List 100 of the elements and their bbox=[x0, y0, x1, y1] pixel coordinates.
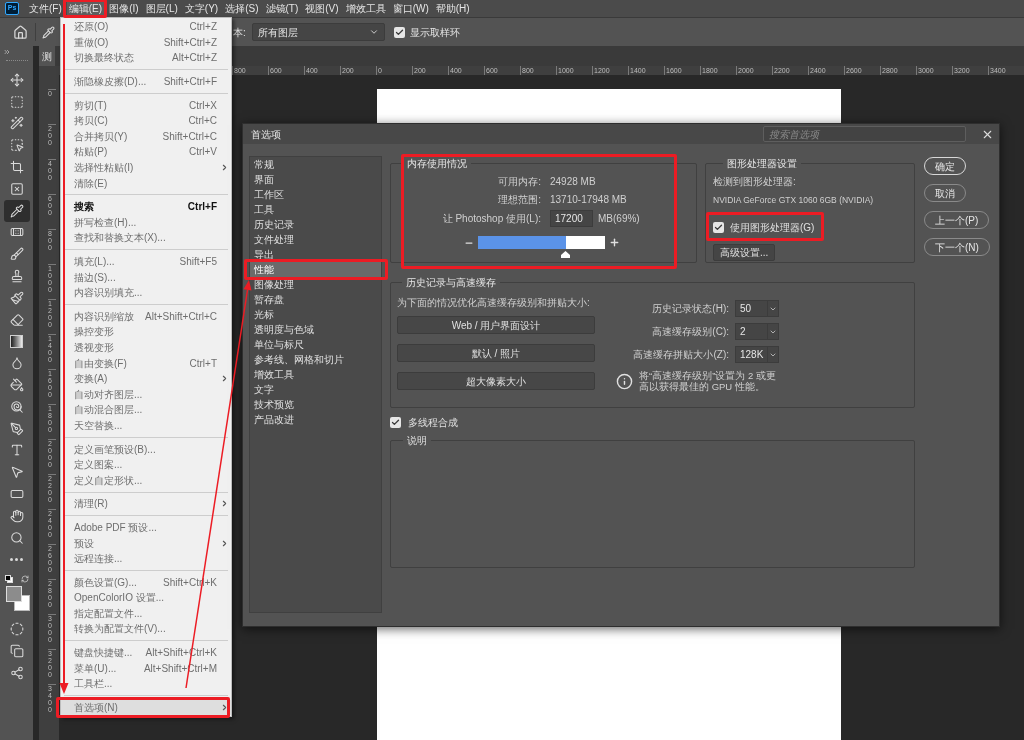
menu-item[interactable]: 远程连接... bbox=[61, 550, 231, 567]
menu-item[interactable]: 拷贝(C) Ctrl+C bbox=[61, 112, 231, 129]
menu-item[interactable]: 自动混合图层... bbox=[61, 402, 231, 418]
menu-title[interactable]: 文字(Y) bbox=[182, 1, 221, 16]
category-item[interactable]: 技术预览 bbox=[250, 397, 381, 412]
menu-item[interactable]: 转换为配置文件(V)... bbox=[61, 621, 231, 637]
category-item[interactable]: 透明度与色域 bbox=[250, 322, 381, 337]
category-item[interactable]: 单位与标尺 bbox=[250, 337, 381, 352]
menu-item[interactable]: 重做(O) Shift+Ctrl+Z bbox=[61, 34, 231, 51]
section-title: 历史记录与高速缓存 bbox=[405, 276, 497, 290]
category-item[interactable]: 工作区 bbox=[250, 187, 381, 202]
dropdown-select[interactable]: 128K bbox=[735, 346, 779, 363]
keyboard-shortcut: Shift+Ctrl+Z bbox=[163, 35, 217, 50]
keyboard-shortcut: Shift+F5 bbox=[179, 255, 217, 269]
search-field[interactable]: 搜索首选项 bbox=[763, 126, 966, 142]
dialog-button[interactable]: 取消 bbox=[924, 184, 966, 202]
document-tab[interactable]: 测 bbox=[39, 46, 55, 66]
menu-item[interactable]: 定义图案... bbox=[61, 456, 231, 473]
category-item[interactable]: 图像处理 bbox=[250, 277, 381, 292]
memory-input[interactable]: 17200 bbox=[550, 210, 593, 227]
dropdown-select[interactable]: 50 bbox=[735, 300, 779, 317]
menu-item[interactable]: 变换(A) bbox=[61, 370, 231, 387]
menu-item[interactable]: 还原(O) Ctrl+Z bbox=[61, 19, 231, 35]
sample-dropdown[interactable]: 所有图层 bbox=[251, 23, 385, 41]
checkbox[interactable] bbox=[713, 221, 724, 233]
category-item[interactable]: 界面 bbox=[250, 172, 381, 187]
menu-item[interactable]: 合并拷贝(Y) Shift+Ctrl+C bbox=[61, 128, 231, 145]
menu-item[interactable]: 自由变换(F) Ctrl+T bbox=[61, 355, 231, 371]
dialog-button[interactable]: 确定 bbox=[924, 157, 966, 175]
preset-button[interactable]: Web / 用户界面设计 bbox=[397, 316, 595, 334]
slider-thumb[interactable] bbox=[561, 251, 571, 258]
keyboard-shortcut: Shift+Ctrl+F bbox=[163, 75, 217, 90]
menu-title[interactable]: 窗口(W) bbox=[390, 1, 431, 16]
menu-item[interactable]: 剪切(T) Ctrl+X bbox=[61, 97, 231, 113]
menu-title[interactable]: 选择(S) bbox=[223, 1, 261, 16]
menu-title[interactable]: 文件(F) bbox=[27, 1, 64, 16]
menu-item[interactable]: 切换最终状态 Alt+Ctrl+Z bbox=[61, 50, 231, 66]
menu-item[interactable]: 描边(S)... bbox=[61, 269, 231, 285]
menu-item[interactable]: 预设 bbox=[61, 535, 231, 551]
eyedropper-icon[interactable] bbox=[42, 25, 55, 39]
category-item[interactable]: 工具 bbox=[250, 202, 381, 217]
menu-title[interactable]: 视图(V) bbox=[303, 1, 341, 16]
menu-item[interactable]: 内容识别填充... bbox=[61, 284, 231, 301]
tool-button[interactable] bbox=[3, 199, 30, 222]
default-colors-icon[interactable] bbox=[4, 575, 13, 584]
plus-icon[interactable] bbox=[609, 237, 620, 248]
menu-item[interactable]: 清除(E) bbox=[61, 175, 231, 191]
checkbox[interactable] bbox=[390, 417, 401, 428]
menu-item[interactable]: 天空替换... bbox=[61, 417, 231, 434]
dialog-button[interactable]: 下一个(N) bbox=[924, 238, 990, 256]
category-item[interactable]: 导出 bbox=[250, 247, 381, 262]
category-item[interactable]: 常规 bbox=[250, 157, 381, 172]
category-item[interactable]: 参考线、网格和切片 bbox=[250, 352, 381, 367]
menu-item[interactable]: 定义画笔预设(B)... bbox=[61, 441, 231, 457]
menu-item[interactable]: 拼写检查(H)... bbox=[61, 214, 231, 231]
menu-item[interactable]: 操控变形 bbox=[61, 324, 231, 340]
menu-item[interactable]: 工具栏... bbox=[61, 675, 231, 692]
checkbox-label: 多线程合成 bbox=[408, 416, 458, 430]
menu-title[interactable]: 图层(L) bbox=[143, 1, 180, 16]
category-item[interactable]: 光标 bbox=[250, 307, 381, 322]
menu-item[interactable]: 定义自定形状... bbox=[61, 472, 231, 489]
category-item[interactable]: 文件处理 bbox=[250, 232, 381, 247]
menu-item[interactable]: 查找和替换文本(X)... bbox=[61, 230, 231, 246]
menu-item[interactable]: 内容识别缩放 Alt+Shift+Ctrl+C bbox=[61, 308, 231, 325]
menu-item[interactable]: 指定配置文件... bbox=[61, 605, 231, 622]
menu-title[interactable]: 帮助(H) bbox=[433, 1, 472, 16]
menu-title[interactable]: 增效工具 bbox=[343, 1, 388, 16]
move-arrows-icon bbox=[9, 72, 24, 87]
menu-item[interactable]: 清理(R) bbox=[61, 496, 231, 512]
category-item[interactable]: 性能 bbox=[250, 262, 381, 277]
menu-title[interactable]: 图像(I) bbox=[107, 1, 141, 16]
memory-label: 理想范围: bbox=[497, 193, 541, 207]
memory-label: 让 Photoshop 使用(L): bbox=[441, 212, 541, 226]
advanced-settings-button[interactable]: 高级设置... bbox=[713, 243, 776, 261]
category-item[interactable]: 增效工具 bbox=[250, 367, 381, 382]
swap-colors-icon[interactable] bbox=[20, 575, 29, 584]
share-icon bbox=[9, 666, 24, 681]
chevrons-right-icon[interactable] bbox=[3, 48, 11, 56]
foreground-color-swatch[interactable] bbox=[5, 586, 22, 603]
category-item[interactable]: 暂存盘 bbox=[250, 292, 381, 307]
preset-button[interactable]: 超大像素大小 bbox=[397, 372, 595, 390]
menu-item[interactable]: 选择性粘贴(I) bbox=[61, 159, 231, 176]
home-icon[interactable] bbox=[13, 24, 28, 40]
category-item[interactable]: 产品改进 bbox=[250, 412, 381, 427]
category-item[interactable]: 历史记录 bbox=[250, 217, 381, 232]
menu-item[interactable]: OpenColorIO 设置... bbox=[61, 590, 231, 606]
menu-item[interactable]: 搜索 Ctrl+F bbox=[61, 198, 231, 215]
checkbox[interactable] bbox=[393, 26, 405, 38]
category-item[interactable]: 文字 bbox=[250, 382, 381, 397]
menu-title[interactable]: 滤镜(T) bbox=[263, 1, 301, 16]
menu-item[interactable]: 填充(L)... Shift+F5 bbox=[61, 253, 231, 270]
dropdown-select[interactable]: 2 bbox=[735, 323, 779, 340]
dialog-button[interactable]: 上一个(P) bbox=[924, 211, 990, 229]
type-icon bbox=[9, 443, 24, 458]
menu-item[interactable]: Adobe PDF 预设... bbox=[61, 519, 231, 536]
menu-item[interactable]: 粘贴(P) Ctrl+V bbox=[61, 144, 231, 160]
preset-button[interactable]: 默认 / 照片 bbox=[397, 344, 595, 362]
menu-item[interactable]: 透视变形 bbox=[61, 339, 231, 356]
menu-item[interactable]: 渐隐橡皮擦(D)... Shift+Ctrl+F bbox=[61, 73, 231, 90]
menu-item[interactable]: 自动对齐图层... bbox=[61, 386, 231, 403]
